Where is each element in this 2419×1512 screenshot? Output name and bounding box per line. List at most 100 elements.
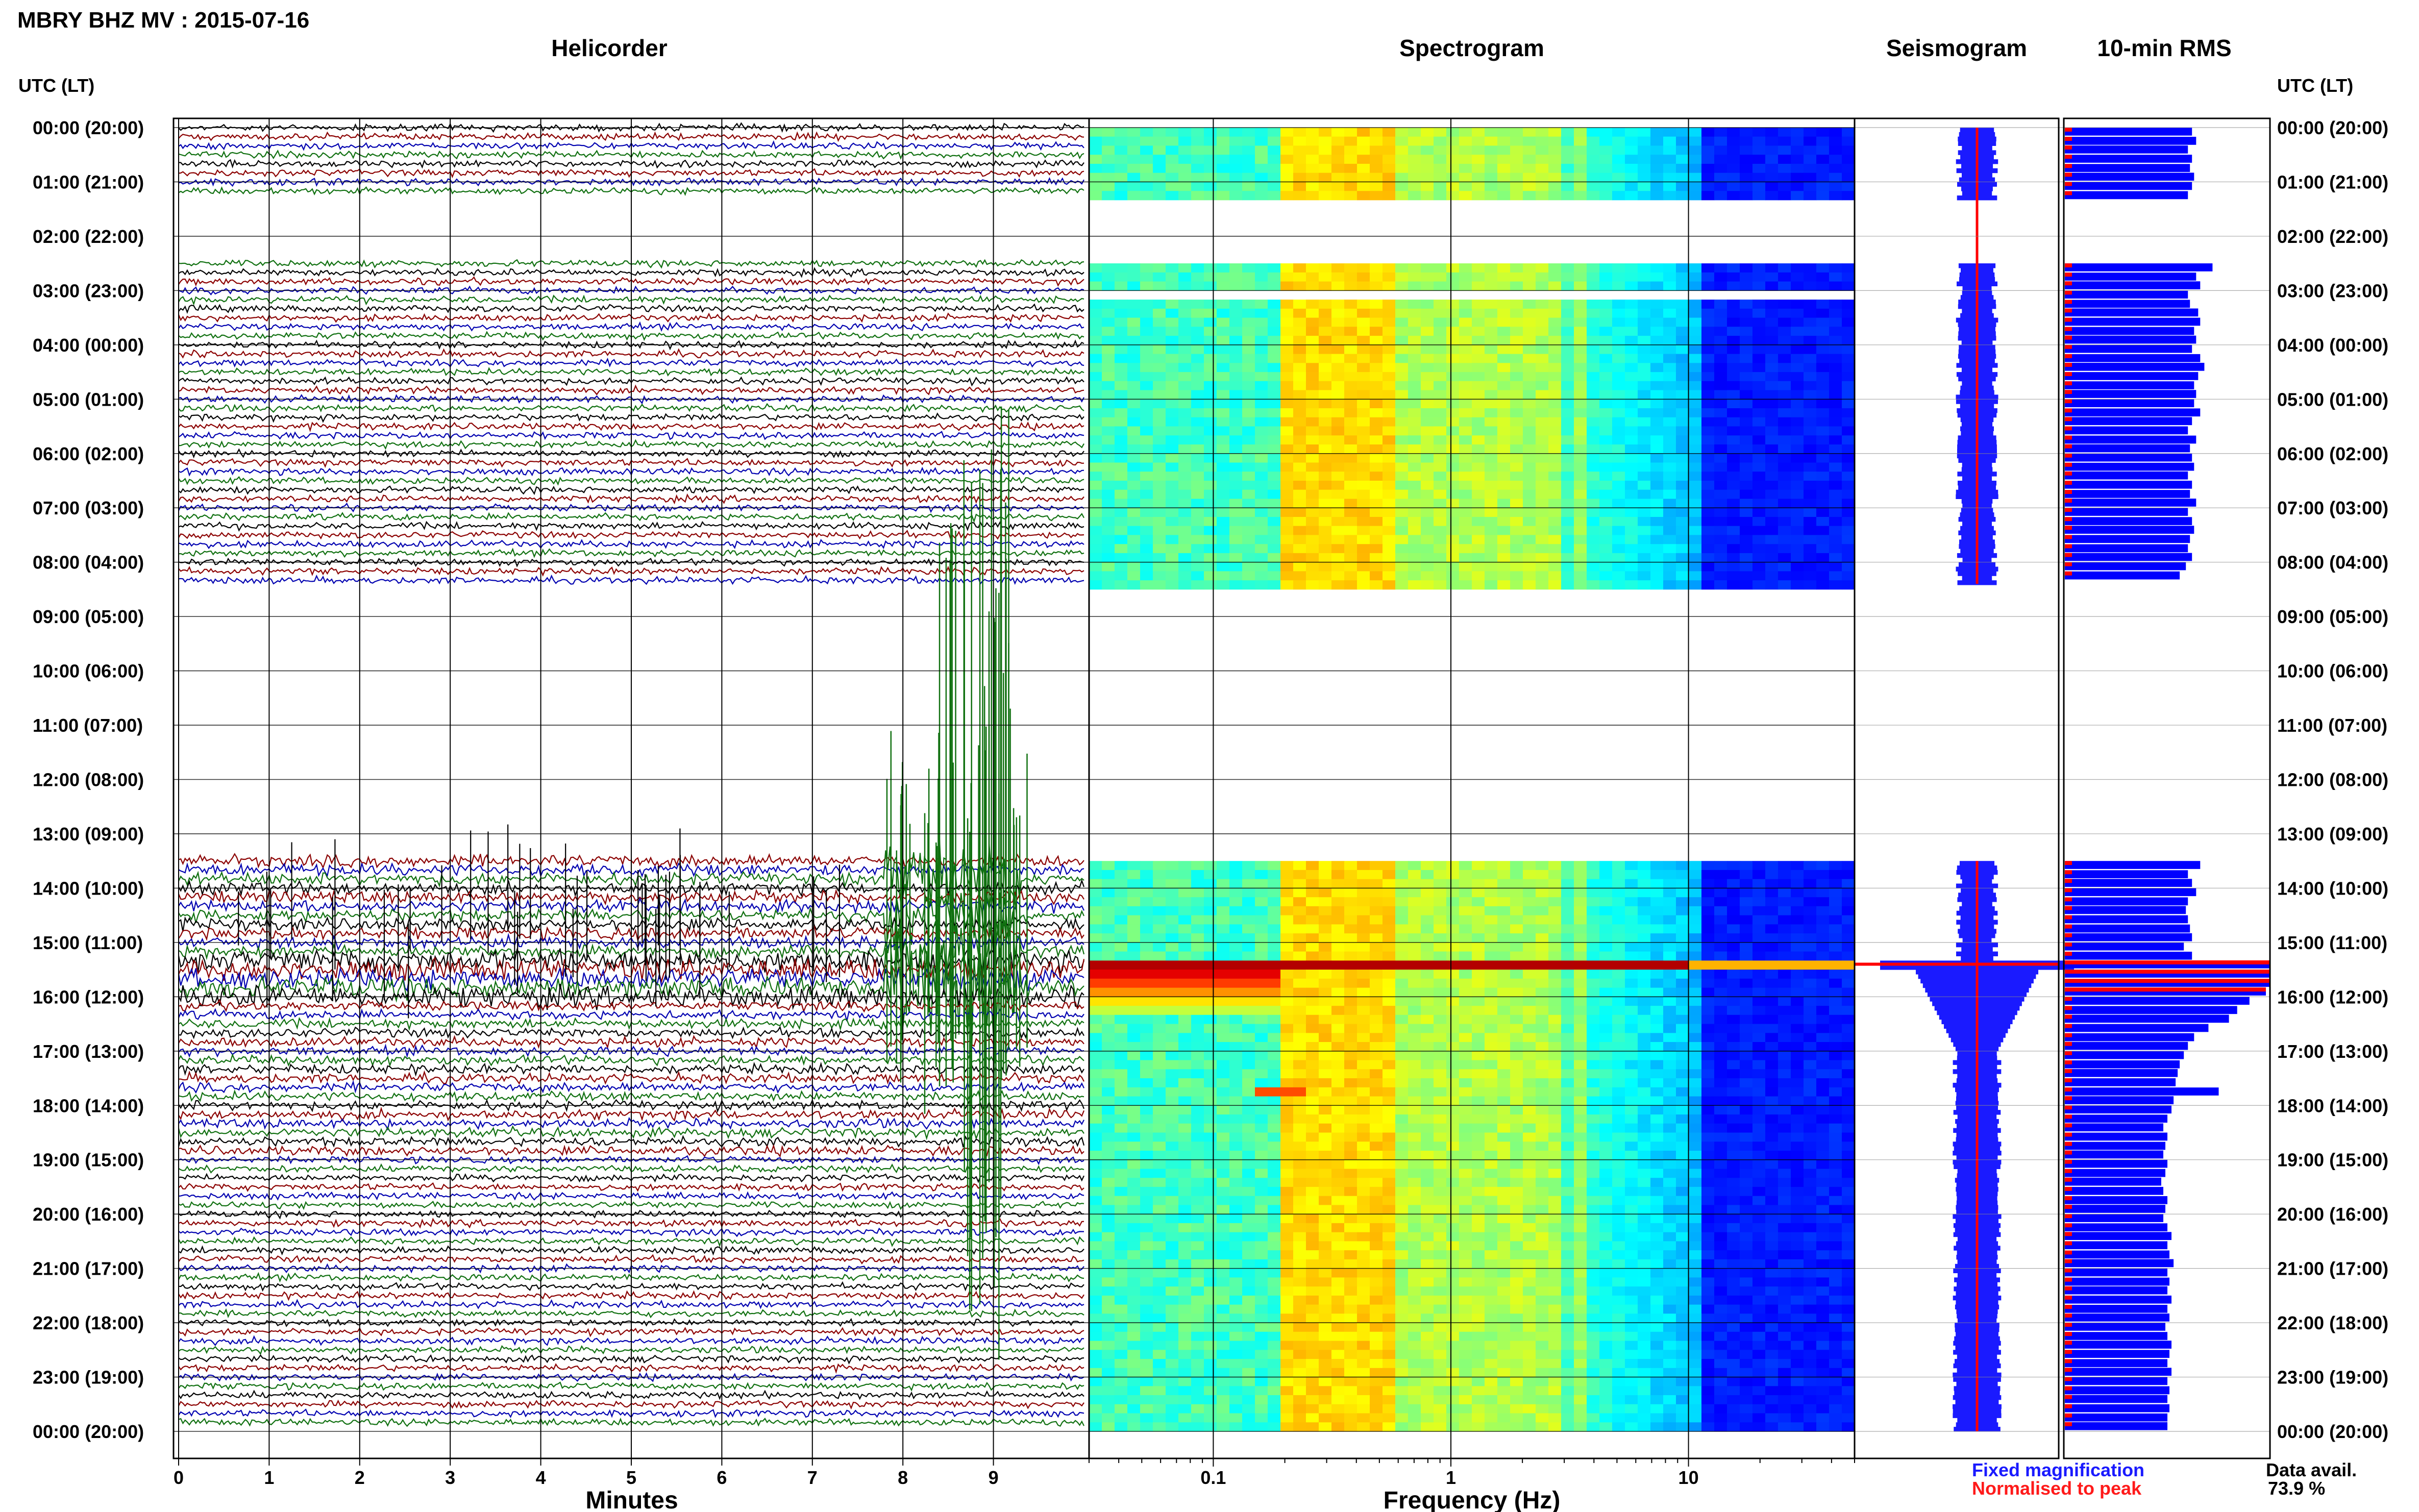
spectrogram-cell xyxy=(1765,489,1779,499)
spectrogram-cell xyxy=(1752,526,1766,535)
spectrogram-cell xyxy=(1306,1096,1319,1106)
spectrogram-cell xyxy=(1357,1014,1370,1024)
spectrogram-cell xyxy=(1331,327,1345,336)
spectrogram-cell xyxy=(1548,1142,1562,1151)
spectrogram-cell xyxy=(1408,489,1421,499)
spectrogram-cell xyxy=(1650,191,1664,201)
spectrogram-cell xyxy=(1536,1114,1549,1124)
spectrogram-cell xyxy=(1791,879,1804,888)
spectrogram-cell xyxy=(1395,915,1409,925)
spectrogram-cell xyxy=(1485,281,1498,291)
spectrogram-cell xyxy=(1408,272,1421,282)
spectrogram-cell xyxy=(1561,508,1574,517)
spectrogram-cell xyxy=(1650,363,1664,373)
spectrogram-cell xyxy=(1115,1178,1128,1187)
spectrogram-cell xyxy=(1229,336,1243,345)
spectrogram-cell xyxy=(1574,145,1587,155)
spectrogram-cell xyxy=(1510,517,1523,527)
spectrogram-cell xyxy=(1178,960,1192,970)
spectrogram-cell xyxy=(1102,317,1115,327)
spectrogram-cell xyxy=(1102,336,1115,345)
spectrogram-cell xyxy=(1331,1006,1345,1015)
spectrogram-cell xyxy=(1395,308,1409,318)
spectrogram-cell xyxy=(1778,508,1791,517)
spectrogram-cell xyxy=(1587,915,1600,925)
spectrogram-cell xyxy=(1102,960,1115,970)
spectrogram-cell xyxy=(1293,426,1306,436)
spectrogram-cell xyxy=(1804,344,1817,354)
spectrogram-cell xyxy=(1510,1051,1523,1060)
spectrogram-cell xyxy=(1599,553,1613,563)
spectrogram-cell xyxy=(1650,888,1664,898)
spectrogram-cell xyxy=(1306,1169,1319,1178)
spectrogram-cell xyxy=(1191,1151,1204,1160)
spectrogram-cell xyxy=(1510,408,1523,418)
spectrogram-cell xyxy=(1217,970,1230,979)
spectrogram-cell xyxy=(1102,571,1115,581)
spectrogram-cell xyxy=(1383,970,1396,979)
spectrogram-cell xyxy=(1752,336,1766,345)
spectrogram-cell xyxy=(1217,363,1230,373)
figure: MBRY BHZ MV : 2015-07-16 Helicorder Spec… xyxy=(17,8,2388,1512)
spectrogram-cell xyxy=(1446,897,1460,907)
spectrogram-cell xyxy=(1485,426,1498,436)
spectrogram-cell xyxy=(1344,472,1357,481)
spectrogram-cell xyxy=(1166,562,1179,572)
spectrogram-cell xyxy=(1472,861,1485,871)
spectrogram-cell xyxy=(1140,508,1153,517)
spectrogram-cell xyxy=(1472,489,1485,499)
spectrogram-cell xyxy=(1191,526,1204,535)
spectrogram-cell xyxy=(1625,861,1638,871)
spectrogram-cell xyxy=(1650,1006,1664,1015)
spectrogram-cell xyxy=(1727,942,1740,952)
spectrogram-cell xyxy=(1446,372,1460,382)
spectrogram-cell xyxy=(1510,960,1523,970)
spectrogram-cell xyxy=(1752,145,1766,155)
spectrogram-cell xyxy=(1408,481,1421,490)
spectrogram-cell xyxy=(1727,1078,1740,1088)
spectrogram-cell xyxy=(1102,1186,1115,1197)
spectrogram-cell xyxy=(1229,1142,1243,1151)
spectrogram-cell xyxy=(1268,970,1281,979)
spectrogram-cell xyxy=(1816,861,1830,871)
spectrogram-cell xyxy=(1778,1078,1791,1088)
spectrogram-cell xyxy=(1701,489,1715,499)
spectrogram-cell xyxy=(1701,381,1715,390)
spectrogram-cell xyxy=(1689,1014,1702,1024)
spectrogram-cell xyxy=(1191,1159,1204,1169)
spectrogram-cell xyxy=(1574,481,1587,490)
spectrogram-cell xyxy=(1689,553,1702,563)
spectrogram-cell xyxy=(1804,517,1817,527)
spectrogram-cell xyxy=(1408,472,1421,481)
spectrogram-cell xyxy=(1434,1051,1447,1060)
spectrogram-cell xyxy=(1191,1051,1204,1060)
spectrogram-cell xyxy=(1778,987,1791,997)
spectrogram-cell xyxy=(1153,172,1166,182)
spectrogram-cell xyxy=(1459,381,1472,390)
spectrogram-cell xyxy=(1089,1042,1102,1052)
spectrogram-cell xyxy=(1102,924,1115,934)
spectrogram-cell xyxy=(1089,281,1102,291)
spectrogram-cell xyxy=(1153,1087,1166,1097)
spectrogram-cell xyxy=(1242,978,1255,988)
spectrogram-cell xyxy=(1842,317,1855,327)
spectrogram-cell xyxy=(1293,155,1306,164)
spectrogram-cell xyxy=(1791,363,1804,373)
spectrogram-cell xyxy=(1804,1142,1817,1151)
spectrogram-cell xyxy=(1510,390,1523,400)
spectrogram-cell xyxy=(1561,562,1574,572)
spectrogram-cell xyxy=(1625,951,1638,961)
spectrogram-cell xyxy=(1804,136,1817,146)
spectrogram-cell xyxy=(1829,1151,1842,1160)
spectrogram-cell xyxy=(1280,1142,1294,1151)
spectrogram-cell xyxy=(1153,897,1166,907)
spectrogram-cell xyxy=(1217,300,1230,309)
spectrogram-cell xyxy=(1383,517,1396,527)
spectrogram-cell xyxy=(1344,1105,1357,1115)
spectrogram-cell xyxy=(1536,417,1549,427)
spectrogram-cell xyxy=(1319,381,1332,390)
spectrogram-cell xyxy=(1178,308,1192,318)
spectrogram-cell xyxy=(1319,1159,1332,1169)
spectrogram-cell xyxy=(1574,128,1587,137)
spectrogram-cell xyxy=(1217,933,1230,943)
